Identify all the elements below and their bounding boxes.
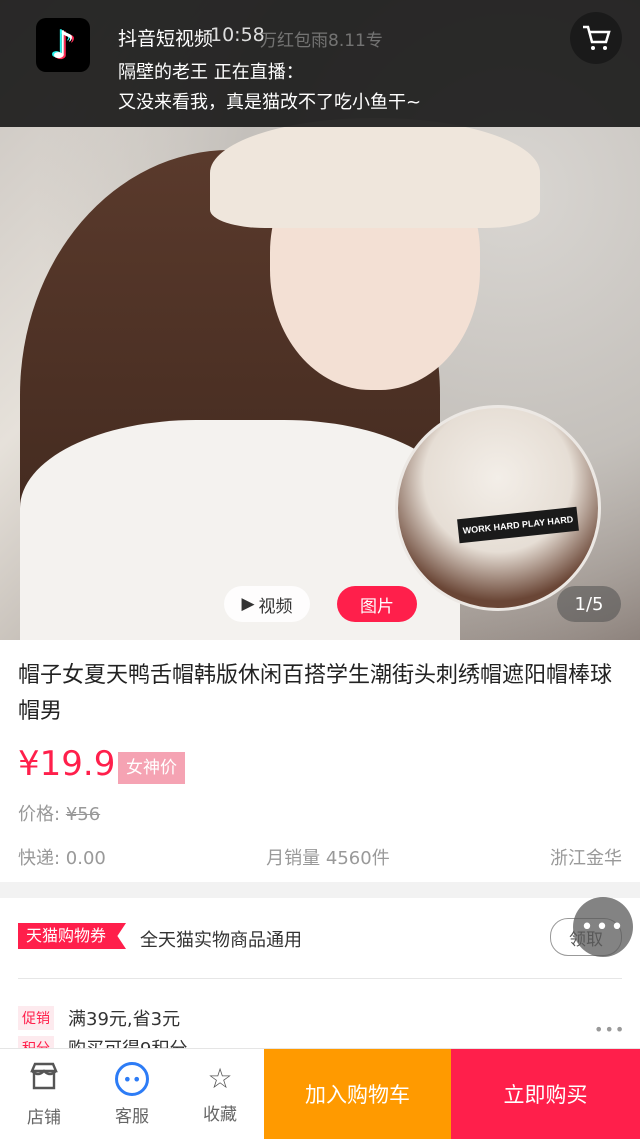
picture-tab-label: 图片 [360,596,394,617]
ship-from-location: 浙江金华 [550,848,622,869]
detail-inset: WORK HARD PLAY HARD [395,405,601,611]
product-price: ¥19.9 [18,744,116,784]
image-pager: 1/5 [557,586,621,622]
notification-app-name: 抖音短视频 [118,28,214,50]
underlying-banner-text: 万红包雨8.11专 [260,31,383,51]
play-icon: ▶ [241,594,255,614]
notification-sender: 隔壁的老王 正在直播： [118,62,304,83]
monthly-sales: 月销量 4560件 [266,848,390,869]
promo-tag: 促销 [18,1006,54,1030]
push-notification[interactable]: ♪ 抖音短视频 10:58 万红包雨8.11专 隔壁的老王 正在直播： 又没来看… [0,0,640,127]
shop-button[interactable]: 店铺 [0,1049,88,1139]
cart-icon[interactable] [570,12,622,64]
original-price: 价格: ¥56 [18,800,100,826]
shop-label: 店铺 [27,1107,61,1128]
video-tab-label: 视频 [258,596,293,617]
promo-row[interactable]: 促销 满39元,省3元 [18,1006,180,1030]
notification-time: 10:58 [210,24,265,46]
favorite-button[interactable]: ☆ 收藏 [176,1049,264,1139]
tiktok-logo-icon: ♪ [36,18,90,72]
product-meta: 快递: 0.00 月销量 4560件 浙江金华 [18,844,622,870]
bottom-action-bar: 店铺 •• 客服 ☆ 收藏 加入购物车 立即购买 [0,1048,640,1139]
product-info: 帽子女夏天鸭舌帽韩版休闲百搭学生潮街头刺绣帽遮阳帽棒球帽男 ¥19.9 女神价 … [0,640,640,882]
price-tag: 女神价 [118,752,185,784]
notification-message: 又没来看我，真是猫改不了吃小鱼干~ [118,92,422,113]
more-icon[interactable]: ••• [594,1020,625,1039]
original-price-value: ¥56 [65,804,101,825]
divider [18,978,622,979]
video-tab[interactable]: ▶ 视频 [224,586,310,622]
coupon-description: 全天猫实物商品通用 [140,930,302,951]
buy-now-button[interactable]: 立即购买 [451,1049,640,1139]
original-price-label: 价格: [18,804,61,825]
shipping-fee: 快递: 0.00 [18,848,106,869]
add-to-cart-button[interactable]: 加入购物车 [264,1049,451,1139]
star-icon: ☆ [207,1061,233,1095]
promo-text: 满39元,省3元 [68,1009,181,1030]
service-button[interactable]: •• 客服 [88,1049,176,1139]
model-cap [210,118,540,228]
product-title: 帽子女夏天鸭舌帽韩版休闲百搭学生潮街头刺绣帽遮阳帽棒球帽男 [18,663,613,724]
coupon-badge: 天猫购物券 [18,923,127,949]
cap-strap-text: WORK HARD PLAY HARD [457,506,579,544]
floating-more-button[interactable]: ••• [573,897,633,957]
favorite-label: 收藏 [203,1104,237,1125]
shop-icon [28,1061,60,1097]
picture-tab[interactable]: 图片 [337,586,417,622]
service-icon: •• [115,1061,149,1096]
service-label: 客服 [115,1106,149,1127]
